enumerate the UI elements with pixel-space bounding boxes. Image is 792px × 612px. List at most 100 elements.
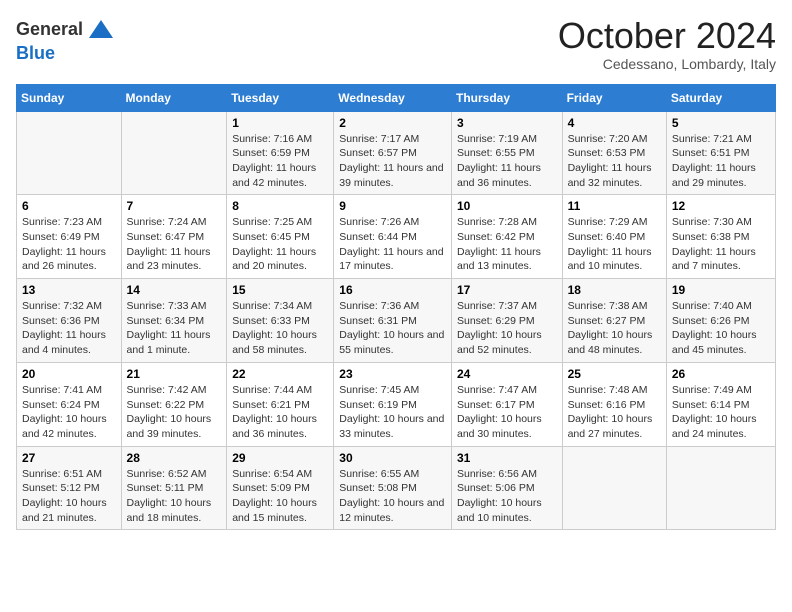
column-header-monday: Monday (121, 84, 227, 111)
week-row-5: 27Sunrise: 6:51 AM Sunset: 5:12 PM Dayli… (17, 446, 776, 530)
day-info: Sunrise: 7:30 AM Sunset: 6:38 PM Dayligh… (672, 215, 770, 274)
month-title: October 2024 (558, 16, 776, 56)
day-number: 31 (457, 451, 557, 465)
day-number: 1 (232, 116, 328, 130)
day-number: 12 (672, 199, 770, 213)
day-number: 4 (568, 116, 661, 130)
calendar-cell: 10 Sunrise: 7:28 AM Sunset: 6:42 PM Dayli… (451, 195, 562, 279)
calendar-cell: 9 Sunrise: 7:26 AM Sunset: 6:44 PM Daylig… (334, 195, 452, 279)
day-info: Sunrise: 7:44 AM Sunset: 6:21 PM Dayligh… (232, 383, 328, 442)
day-info: Sunrise: 7:33 AM Sunset: 6:34 PM Dayligh… (127, 299, 222, 358)
column-header-thursday: Thursday (451, 84, 562, 111)
day-info: Sunrise: 7:32 AM Sunset: 6:36 PM Dayligh… (22, 299, 116, 358)
calendar-cell: 24 Sunrise: 7:47 AM Sunset: 6:17 PM Dayli… (451, 362, 562, 446)
day-info: Sunrise: 6:55 AM Sunset: 5:08 PM Dayligh… (339, 467, 446, 526)
calendar-cell: 13Sunrise: 7:32 AM Sunset: 6:36 PM Dayli… (17, 279, 122, 363)
calendar-cell: 26 Sunrise: 7:49 AM Sunset: 6:14 PM Dayli… (666, 362, 775, 446)
day-info: Sunrise: 7:45 AM Sunset: 6:19 PM Dayligh… (339, 383, 446, 442)
day-info: Sunrise: 7:28 AM Sunset: 6:42 PM Dayligh… (457, 215, 557, 274)
day-info: Sunrise: 7:23 AM Sunset: 6:49 PM Dayligh… (22, 215, 116, 274)
day-info: Sunrise: 7:38 AM Sunset: 6:27 PM Dayligh… (568, 299, 661, 358)
day-info: Sunrise: 7:47 AM Sunset: 6:17 PM Dayligh… (457, 383, 557, 442)
logo-general: General (16, 20, 83, 40)
calendar-cell: 27Sunrise: 6:51 AM Sunset: 5:12 PM Dayli… (17, 446, 122, 530)
calendar-cell: 4 Sunrise: 7:20 AM Sunset: 6:53 PM Daylig… (562, 111, 666, 195)
day-info: Sunrise: 7:41 AM Sunset: 6:24 PM Dayligh… (22, 383, 116, 442)
location: Cedessano, Lombardy, Italy (558, 56, 776, 72)
calendar-cell: 7 Sunrise: 7:24 AM Sunset: 6:47 PM Daylig… (121, 195, 227, 279)
day-info: Sunrise: 7:17 AM Sunset: 6:57 PM Dayligh… (339, 132, 446, 191)
day-info: Sunrise: 7:26 AM Sunset: 6:44 PM Dayligh… (339, 215, 446, 274)
day-info: Sunrise: 7:48 AM Sunset: 6:16 PM Dayligh… (568, 383, 661, 442)
day-number: 17 (457, 283, 557, 297)
day-info: Sunrise: 7:20 AM Sunset: 6:53 PM Dayligh… (568, 132, 661, 191)
calendar-cell: 28Sunrise: 6:52 AM Sunset: 5:11 PM Dayli… (121, 446, 227, 530)
day-number: 15 (232, 283, 328, 297)
calendar-cell: 2 Sunrise: 7:17 AM Sunset: 6:57 PM Daylig… (334, 111, 452, 195)
calendar-cell: 1 Sunrise: 7:16 AM Sunset: 6:59 PM Daylig… (227, 111, 334, 195)
day-info: Sunrise: 7:21 AM Sunset: 6:51 PM Dayligh… (672, 132, 770, 191)
day-info: Sunrise: 7:34 AM Sunset: 6:33 PM Dayligh… (232, 299, 328, 358)
week-row-3: 13Sunrise: 7:32 AM Sunset: 6:36 PM Dayli… (17, 279, 776, 363)
day-info: Sunrise: 7:42 AM Sunset: 6:22 PM Dayligh… (127, 383, 222, 442)
day-number: 25 (568, 367, 661, 381)
day-number: 9 (339, 199, 446, 213)
day-info: Sunrise: 7:16 AM Sunset: 6:59 PM Dayligh… (232, 132, 328, 191)
column-header-wednesday: Wednesday (334, 84, 452, 111)
day-info: Sunrise: 7:49 AM Sunset: 6:14 PM Dayligh… (672, 383, 770, 442)
day-number: 22 (232, 367, 328, 381)
calendar-cell: 8 Sunrise: 7:25 AM Sunset: 6:45 PM Daylig… (227, 195, 334, 279)
calendar-cell (666, 446, 775, 530)
day-info: Sunrise: 7:29 AM Sunset: 6:40 PM Dayligh… (568, 215, 661, 274)
day-number: 7 (127, 199, 222, 213)
calendar-cell (17, 111, 122, 195)
day-info: Sunrise: 6:54 AM Sunset: 5:09 PM Dayligh… (232, 467, 328, 526)
day-number: 20 (22, 367, 116, 381)
day-number: 21 (127, 367, 222, 381)
calendar-cell: 15 Sunrise: 7:34 AM Sunset: 6:33 PM Dayli… (227, 279, 334, 363)
day-number: 5 (672, 116, 770, 130)
day-info: Sunrise: 7:19 AM Sunset: 6:55 PM Dayligh… (457, 132, 557, 191)
header-row: SundayMondayTuesdayWednesdayThursdayFrid… (17, 84, 776, 111)
logo-text: General Blue (16, 16, 115, 64)
day-info: Sunrise: 6:56 AM Sunset: 5:06 PM Dayligh… (457, 467, 557, 526)
calendar-cell (562, 446, 666, 530)
day-number: 11 (568, 199, 661, 213)
day-number: 8 (232, 199, 328, 213)
day-info: Sunrise: 7:37 AM Sunset: 6:29 PM Dayligh… (457, 299, 557, 358)
day-number: 3 (457, 116, 557, 130)
column-header-saturday: Saturday (666, 84, 775, 111)
day-number: 6 (22, 199, 116, 213)
week-row-1: 1 Sunrise: 7:16 AM Sunset: 6:59 PM Daylig… (17, 111, 776, 195)
day-info: Sunrise: 7:40 AM Sunset: 6:26 PM Dayligh… (672, 299, 770, 358)
column-header-sunday: Sunday (17, 84, 122, 111)
calendar-cell: 14 Sunrise: 7:33 AM Sunset: 6:34 PM Dayli… (121, 279, 227, 363)
calendar-cell: 25 Sunrise: 7:48 AM Sunset: 6:16 PM Dayli… (562, 362, 666, 446)
calendar-cell: 16Sunrise: 7:36 AM Sunset: 6:31 PM Dayli… (334, 279, 452, 363)
calendar-cell: 5 Sunrise: 7:21 AM Sunset: 6:51 PM Daylig… (666, 111, 775, 195)
day-number: 29 (232, 451, 328, 465)
logo-icon (87, 16, 115, 44)
calendar-cell: 19Sunrise: 7:40 AM Sunset: 6:26 PM Dayli… (666, 279, 775, 363)
calendar-cell: 3 Sunrise: 7:19 AM Sunset: 6:55 PM Daylig… (451, 111, 562, 195)
day-number: 24 (457, 367, 557, 381)
day-number: 27 (22, 451, 116, 465)
day-number: 26 (672, 367, 770, 381)
calendar-cell: 29 Sunrise: 6:54 AM Sunset: 5:09 PM Dayli… (227, 446, 334, 530)
calendar-cell: 6 Sunrise: 7:23 AM Sunset: 6:49 PM Daylig… (17, 195, 122, 279)
calendar-cell: 20 Sunrise: 7:41 AM Sunset: 6:24 PM Dayli… (17, 362, 122, 446)
day-number: 10 (457, 199, 557, 213)
day-number: 14 (127, 283, 222, 297)
calendar-cell: 23Sunrise: 7:45 AM Sunset: 6:19 PM Dayli… (334, 362, 452, 446)
day-info: Sunrise: 6:52 AM Sunset: 5:11 PM Dayligh… (127, 467, 222, 526)
week-row-2: 6 Sunrise: 7:23 AM Sunset: 6:49 PM Daylig… (17, 195, 776, 279)
column-header-tuesday: Tuesday (227, 84, 334, 111)
page-header: General Blue October 2024 Cedessano, Lom… (16, 16, 776, 72)
calendar-cell: 21 Sunrise: 7:42 AM Sunset: 6:22 PM Dayli… (121, 362, 227, 446)
day-number: 18 (568, 283, 661, 297)
day-number: 2 (339, 116, 446, 130)
day-number: 30 (339, 451, 446, 465)
day-info: Sunrise: 7:24 AM Sunset: 6:47 PM Dayligh… (127, 215, 222, 274)
week-row-4: 20 Sunrise: 7:41 AM Sunset: 6:24 PM Dayli… (17, 362, 776, 446)
day-info: Sunrise: 7:25 AM Sunset: 6:45 PM Dayligh… (232, 215, 328, 274)
